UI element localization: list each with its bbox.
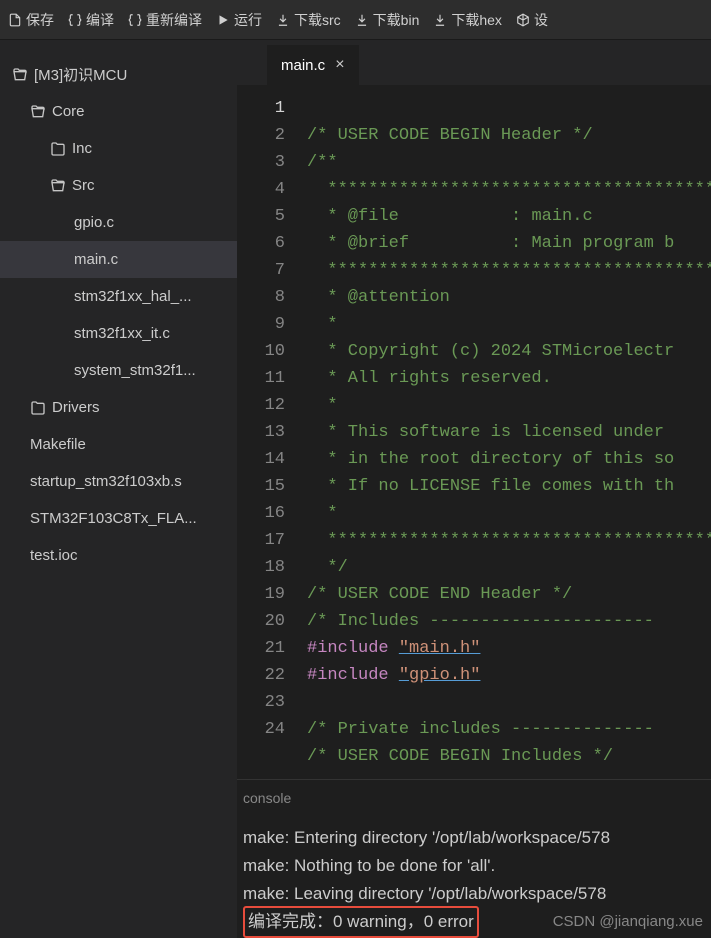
tree-item-label: stm32f1xx_hal_... [74,288,192,305]
tree-item-label: system_stm32f1... [74,362,196,379]
download-icon [355,13,369,27]
brackets-icon [128,13,142,27]
toolbar-download-hex[interactable]: 下载hex [433,10,502,30]
compile-result-highlight: 编译完成：0 warning，0 error [243,906,479,938]
console-line: make: Leaving directory '/opt/lab/worksp… [243,880,711,908]
tree-item-label: Inc [72,140,92,157]
file-tree: [M3]初识MCU Core Inc Src gpio.c main.c stm… [0,40,237,938]
tree-file-gpio[interactable]: gpio.c [0,204,237,241]
toolbar-save[interactable]: 保存 [8,10,54,30]
tree-item-label: [M3]初识MCU [34,64,127,85]
cube-icon [516,13,530,27]
toolbar-run[interactable]: 运行 [216,10,262,30]
console-line: make: Nothing to be done for 'all'. [243,852,711,880]
brackets-icon [68,13,82,27]
tree-item-label: main.c [74,251,118,268]
tab-label: main.c [281,57,325,74]
tree-file-hal[interactable]: stm32f1xx_hal_... [0,278,237,315]
tree-item-label: Src [72,177,95,194]
tab-bar: main.c × [237,40,711,85]
toolbar-recompile[interactable]: 重新编译 [128,10,202,30]
download-icon [276,13,290,27]
tree-item-label: Makefile [30,436,86,453]
download-icon [433,13,447,27]
toolbar: 保存 编译 重新编译 运行 下载src 下载bin 下载hex 设 [0,0,711,40]
watermark: CSDN @jianqiang.xue [553,913,703,930]
main-area: [M3]初识MCU Core Inc Src gpio.c main.c stm… [0,40,711,938]
toolbar-compile[interactable]: 编译 [68,10,114,30]
play-icon [216,13,230,27]
tree-file-it[interactable]: stm32f1xx_it.c [0,315,237,352]
toolbar-download-src[interactable]: 下载src [276,10,341,30]
tab-main-c[interactable]: main.c × [267,45,359,85]
tree-item-label: test.ioc [30,547,78,564]
tree-root[interactable]: [M3]初识MCU [0,56,237,93]
toolbar-extra[interactable]: 设 [516,10,548,30]
folder-open-icon [30,104,46,120]
tree-item-label: gpio.c [74,214,114,231]
close-icon[interactable]: × [335,56,344,74]
tree-inc[interactable]: Inc [0,130,237,167]
tree-makefile[interactable]: Makefile [0,426,237,463]
toolbar-download-bin[interactable]: 下载bin [355,10,420,30]
tree-flash[interactable]: STM32F103C8Tx_FLA... [0,500,237,537]
code-content[interactable]: /* USER CODE BEGIN Header */ /** *******… [297,85,711,779]
file-icon [8,13,22,27]
tree-item-label: startup_stm32f103xb.s [30,473,182,490]
folder-open-icon [50,178,66,194]
console-line: make: Entering directory '/opt/lab/works… [243,824,711,852]
code-editor[interactable]: 1 2 3 4 5 6 7 8 9 10 11 12 13 14 15 16 1… [237,85,711,779]
console-title: console [237,790,711,824]
tree-file-main[interactable]: main.c [0,241,237,278]
tree-startup[interactable]: startup_stm32f103xb.s [0,463,237,500]
tree-src[interactable]: Src [0,167,237,204]
tree-core[interactable]: Core [0,93,237,130]
tree-item-label: Drivers [52,399,100,416]
tree-item-label: stm32f1xx_it.c [74,325,170,342]
folder-icon [50,141,66,157]
folder-open-icon [12,67,28,83]
editor-area: main.c × 1 2 3 4 5 6 7 8 9 10 11 12 13 1… [237,40,711,938]
tree-item-label: Core [52,103,85,120]
tree-test-ioc[interactable]: test.ioc [0,537,237,574]
folder-icon [30,400,46,416]
line-number-gutter: 1 2 3 4 5 6 7 8 9 10 11 12 13 14 15 16 1… [237,85,297,779]
tree-drivers[interactable]: Drivers [0,389,237,426]
tree-file-system[interactable]: system_stm32f1... [0,352,237,389]
tree-item-label: STM32F103C8Tx_FLA... [30,510,197,527]
